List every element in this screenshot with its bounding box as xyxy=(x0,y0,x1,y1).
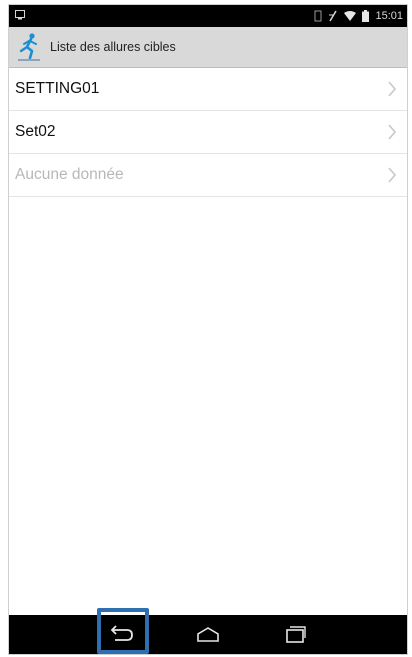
recent-apps-icon[interactable] xyxy=(279,623,311,647)
runner-logo-icon xyxy=(18,33,40,61)
list-item-label: Set02 xyxy=(15,123,56,140)
chevron-right-icon xyxy=(388,167,397,183)
home-icon[interactable] xyxy=(192,623,224,647)
back-button-highlight xyxy=(97,608,149,654)
signal-icon xyxy=(329,10,338,22)
pace-list: SETTING01 Set02 Aucune donnée xyxy=(9,68,407,197)
notification-icon xyxy=(314,10,322,22)
navigation-bar xyxy=(9,615,407,654)
wifi-icon xyxy=(344,11,357,21)
status-icons: 15:01 xyxy=(314,8,403,24)
battery-icon xyxy=(362,10,370,22)
chevron-right-icon xyxy=(388,124,397,140)
page-title: Liste des allures cibles xyxy=(50,40,176,54)
app-screen: 15:01 Liste des allures cibles SETTING01… xyxy=(8,4,408,655)
status-bar: 15:01 xyxy=(9,5,407,27)
list-item-label: SETTING01 xyxy=(15,80,100,97)
chevron-right-icon xyxy=(388,81,397,97)
action-bar: Liste des allures cibles xyxy=(9,27,407,68)
list-item[interactable]: SETTING01 xyxy=(9,68,407,111)
list-item[interactable]: Set02 xyxy=(9,111,407,154)
list-item-label: Aucune donnée xyxy=(15,166,124,183)
status-time: 15:01 xyxy=(375,10,403,22)
screen-icon xyxy=(15,10,25,20)
list-item[interactable]: Aucune donnée xyxy=(9,154,407,197)
